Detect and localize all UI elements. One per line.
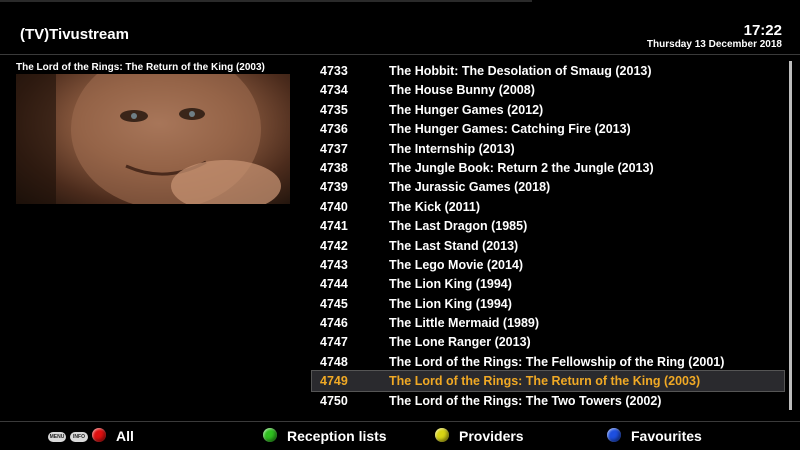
list-item[interactable]: 4750 The Lord of the Rings: The Two Tower…: [312, 391, 784, 410]
channel-number: 4749: [320, 374, 348, 389]
channel-name: The House Bunny (2008): [389, 83, 535, 98]
scrollbar[interactable]: [789, 61, 792, 410]
channel-name: The Jungle Book: Return 2 the Jungle (20…: [389, 160, 654, 175]
list-item[interactable]: 4749 The Lord of the Rings: The Return of…: [311, 370, 785, 392]
channel-number: 4737: [320, 141, 348, 156]
footer-bar: MENU INFO All Reception lists Providers …: [0, 422, 800, 450]
info-key-icon: INFO: [70, 432, 88, 442]
channel-name: The Lone Ranger (2013): [389, 335, 531, 350]
channel-number: 4747: [320, 335, 348, 350]
channel-number: 4735: [320, 102, 348, 117]
channel-number: 4743: [320, 257, 348, 272]
channel-name: The Little Mermaid (1989): [389, 316, 540, 331]
list-item[interactable]: 4747 The Lone Ranger (2013): [312, 332, 784, 351]
poster-artwork: [16, 74, 281, 204]
channel-number: 4746: [320, 316, 348, 331]
list-item[interactable]: 4735 The Hunger Games (2012): [312, 100, 784, 119]
channel-name: The Internship (2013): [389, 141, 515, 156]
clock: 17:22: [743, 22, 782, 39]
channel-number: 4748: [320, 354, 348, 369]
list-item[interactable]: 4743 The Lego Movie (2014): [312, 255, 784, 274]
channel-name: The Hunger Games (2012): [389, 102, 544, 117]
channel-number: 4736: [320, 122, 348, 137]
yellow-button-label[interactable]: Providers: [459, 428, 524, 444]
channel-number: 4734: [320, 83, 348, 98]
channel-number: 4744: [320, 277, 348, 292]
channel-name: The Hobbit: The Desolation of Smaug (201…: [389, 64, 652, 78]
channel-name: The Last Dragon (1985): [389, 219, 528, 234]
channel-name: The Lego Movie (2014): [389, 257, 524, 272]
list-item[interactable]: 4744 The Lion King (1994): [312, 274, 784, 293]
list-item[interactable]: 4748 The Lord of the Rings: The Fellowshi…: [312, 352, 784, 371]
list-item[interactable]: 4737 The Internship (2013): [312, 139, 784, 158]
green-button-label[interactable]: Reception lists: [287, 428, 387, 444]
preview-title: The Lord of the Rings: The Return of the…: [16, 62, 265, 73]
channel-number: 4742: [320, 238, 348, 253]
channel-number: 4741: [320, 219, 348, 234]
channel-name: The Kick (2011): [389, 199, 481, 214]
list-item[interactable]: 4740 The Kick (2011): [312, 197, 784, 216]
menu-key-icon: MENU: [48, 432, 66, 442]
list-item[interactable]: 4741 The Last Dragon (1985): [312, 216, 784, 235]
channel-name: The Lord of the Rings: The Return of the…: [389, 374, 701, 389]
yellow-button-icon[interactable]: [435, 428, 449, 442]
channel-name: The Last Stand (2013): [389, 238, 519, 253]
green-button-icon[interactable]: [263, 428, 277, 442]
scrollbar-thumb[interactable]: [789, 61, 792, 410]
channel-title: (TV)Tivustream: [20, 26, 129, 43]
channel-number: 4740: [320, 199, 348, 214]
list-item[interactable]: 4734 The House Bunny (2008): [312, 80, 784, 99]
list-item[interactable]: 4738 The Jungle Book: Return 2 the Jungle…: [312, 158, 784, 177]
movie-poster: [16, 74, 290, 204]
list-item[interactable]: 4736 The Hunger Games: Catching Fire (201…: [312, 119, 784, 138]
list-item[interactable]: 4742 The Last Stand (2013): [312, 236, 784, 255]
channel-name: The Jurassic Games (2018): [389, 180, 551, 195]
channel-list[interactable]: 4733 The Hobbit: The Desolation of Smaug …: [311, 61, 785, 410]
blue-button-icon[interactable]: [607, 428, 621, 442]
channel-number: 4750: [320, 393, 348, 408]
header: (TV)Tivustream 17:22 Thursday 13 Decembe…: [0, 0, 800, 56]
red-button-icon[interactable]: [92, 428, 106, 442]
channel-name: The Hunger Games: Catching Fire (2013): [389, 122, 631, 137]
channel-number: 4745: [320, 296, 348, 311]
channel-number: 4739: [320, 180, 348, 195]
list-item[interactable]: 4739 The Jurassic Games (2018): [312, 177, 784, 196]
channel-name: The Lord of the Rings: The Two Towers (2…: [389, 393, 662, 408]
channel-number: 4738: [320, 160, 348, 175]
channel-number: 4733: [320, 64, 348, 78]
list-item[interactable]: 4745 The Lion King (1994): [312, 294, 784, 313]
list-item[interactable]: 4733 The Hobbit: The Desolation of Smaug …: [312, 61, 784, 80]
date: Thursday 13 December 2018: [646, 39, 782, 50]
red-button-label[interactable]: All: [116, 428, 134, 444]
header-divider: [0, 54, 800, 55]
channel-name: The Lion King (1994): [389, 277, 512, 292]
blue-button-label[interactable]: Favourites: [631, 428, 702, 444]
channel-name: The Lion King (1994): [389, 296, 512, 311]
channel-name: The Lord of the Rings: The Fellowship of…: [389, 354, 725, 369]
list-item[interactable]: 4746 The Little Mermaid (1989): [312, 313, 784, 332]
